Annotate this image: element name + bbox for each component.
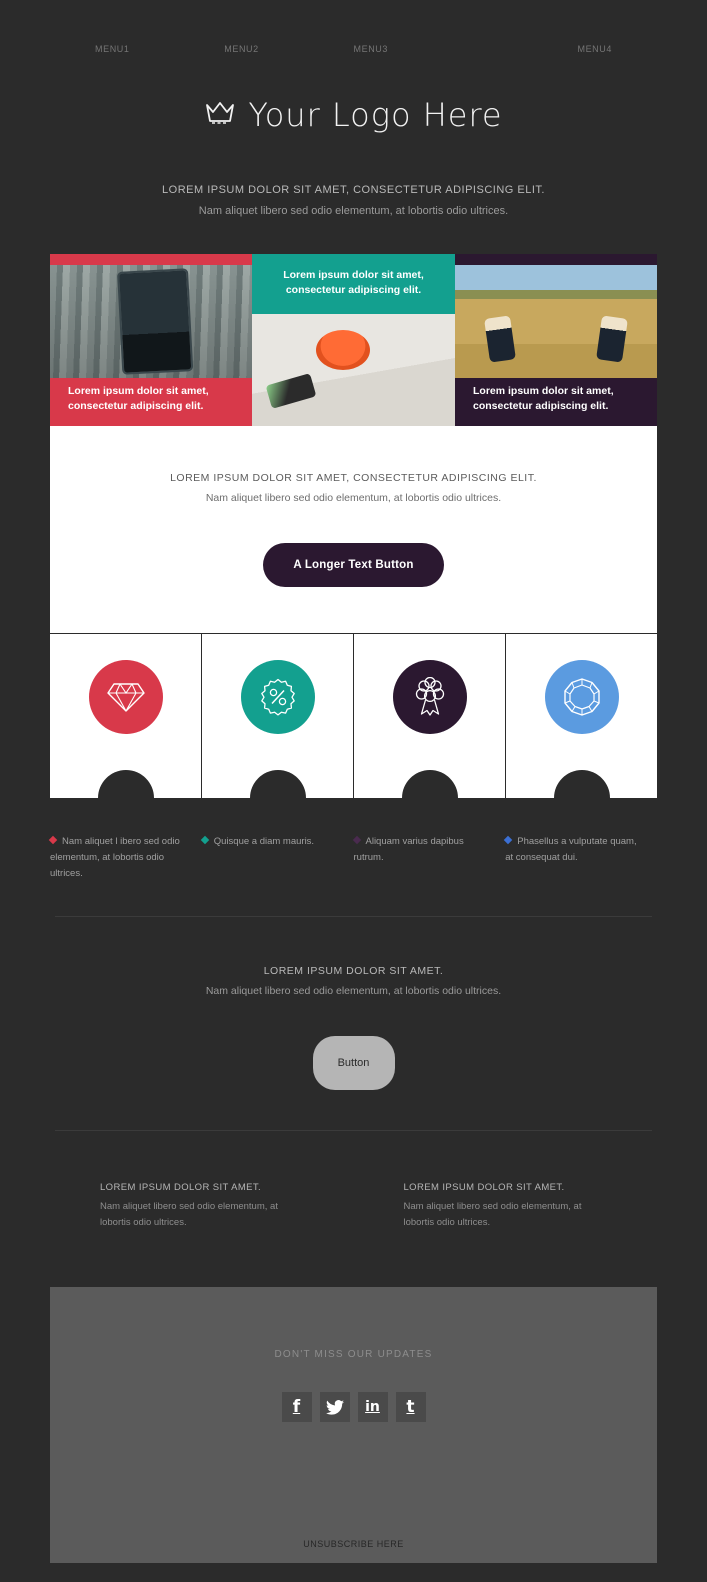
feature-panels: Lorem ipsum dolor sit amet, consectetur …	[50, 254, 657, 426]
hand-holding-phone-city-photo	[50, 265, 252, 378]
top-navigation: MENU1 MENU2 MENU3 MENU4	[0, 0, 707, 54]
bullet-text-4: Phasellus a vulputate quam, at consequat…	[505, 836, 637, 863]
percent-badge-icon-circle	[240, 660, 315, 734]
social-links: f in t	[50, 1392, 657, 1422]
bullet-list: Nam aliquet l ibero sed odio elementum, …	[48, 834, 657, 882]
intro-headline: LOREM IPSUM DOLOR SIT AMET, CONSECTETUR …	[162, 184, 545, 196]
linkedin-icon[interactable]: in	[357, 1392, 388, 1422]
bullet-item-3: Aliquam varius dapibus rutrum.	[352, 834, 506, 882]
feature-panel-3-caption: Lorem ipsum dolor sit amet, consectetur …	[473, 385, 614, 412]
coffee-cup-desk-photo	[252, 314, 455, 426]
feature-panel-1[interactable]: Lorem ipsum dolor sit amet, consectetur …	[50, 254, 252, 426]
bullet-item-1: Nam aliquet l ibero sed odio elementum, …	[48, 834, 202, 882]
text-column-2: LOREM IPSUM DOLOR SIT AMET. Nam aliquet …	[354, 1179, 658, 1231]
nav-item-menu4[interactable]: MENU4	[483, 44, 612, 54]
unsubscribe-link[interactable]: UNSUBSCRIBE HERE	[50, 1539, 657, 1549]
diamond-bullet-icon-3	[352, 836, 361, 845]
feature-icon-column-3[interactable]	[354, 634, 506, 798]
email-newsletter-page: MENU1 MENU2 MENU3 MENU4 Your Logo Here L…	[0, 0, 707, 1563]
text-column-1-body: Nam aliquet libero sed odio elementum, a…	[100, 1201, 278, 1228]
text-column-2-headline: LOREM IPSUM DOLOR SIT AMET.	[403, 1182, 565, 1193]
gem-icon	[563, 678, 600, 716]
crown-icon	[204, 100, 236, 131]
text-column-1: LOREM IPSUM DOLOR SIT AMET. Nam aliquet …	[50, 1179, 354, 1231]
white-block-subtext: Nam aliquet libero sed odio elementum, a…	[205, 492, 502, 504]
bullet-item-2: Quisque a diam mauris.	[200, 834, 354, 882]
twitter-icon[interactable]	[319, 1392, 350, 1422]
mid-section: LOREM IPSUM DOLOR SIT AMET. Nam aliquet …	[0, 917, 707, 1090]
main-card: Lorem ipsum dolor sit amet, consectetur …	[50, 254, 657, 798]
bullet-text-3: Aliquam varius dapibus rutrum.	[353, 836, 464, 863]
gem-icon-circle	[544, 660, 619, 734]
nav-item-menu3[interactable]: MENU3	[354, 44, 483, 54]
feature-icon-column-2[interactable]	[202, 634, 354, 798]
feature-icon-row	[50, 633, 657, 798]
feature-panel-3[interactable]: Lorem ipsum dolor sit amet, consectetur …	[455, 254, 657, 426]
mid-headline: LOREM IPSUM DOLOR SIT AMET.	[263, 965, 444, 977]
bullet-item-4: Phasellus a vulputate quam, at consequat…	[504, 834, 657, 882]
sneakers-in-field-photo	[455, 265, 657, 378]
facebook-icon[interactable]: f	[281, 1392, 312, 1422]
diamond-icon-circle	[88, 660, 163, 734]
footer: DON'T MISS OUR UPDATES f in t UNSUBSCRIB…	[50, 1287, 657, 1563]
diamond-bullet-icon-2	[200, 836, 209, 845]
white-content-block: LOREM IPSUM DOLOR SIT AMET, CONSECTETUR …	[50, 426, 657, 633]
intro-block: LOREM IPSUM DOLOR SIT AMET, CONSECTETUR …	[0, 182, 707, 220]
two-column-text: LOREM IPSUM DOLOR SIT AMET. Nam aliquet …	[50, 1131, 657, 1231]
feature-panel-1-caption: Lorem ipsum dolor sit amet, consectetur …	[68, 385, 209, 412]
diamond-icon	[106, 683, 145, 712]
award-ribbon-icon	[415, 677, 444, 716]
feature-panel-2-caption: Lorem ipsum dolor sit amet, consectetur …	[283, 269, 424, 296]
white-block-headline: LOREM IPSUM DOLOR SIT AMET, CONSECTETUR …	[170, 472, 537, 484]
logo-block: Your Logo Here	[0, 96, 707, 134]
column-nub-2	[249, 770, 306, 798]
column-nub-4	[553, 770, 610, 798]
text-column-2-body: Nam aliquet libero sed odio elementum, a…	[403, 1201, 582, 1228]
footer-title: DON'T MISS OUR UPDATES	[274, 1349, 433, 1360]
percent-badge-icon	[260, 678, 295, 716]
column-nub-1	[97, 770, 154, 798]
award-ribbon-icon-circle	[392, 660, 467, 734]
logo-text: Your Logo Here	[248, 96, 503, 134]
diamond-bullet-icon-4	[504, 836, 513, 845]
mid-subtext: Nam aliquet libero sed odio elementum, a…	[205, 985, 502, 997]
feature-panel-2[interactable]: Lorem ipsum dolor sit amet, consectetur …	[252, 254, 455, 426]
feature-icon-column-1[interactable]	[50, 634, 202, 798]
nav-item-menu1[interactable]: MENU1	[95, 44, 224, 54]
bullet-text-2: Quisque a diam mauris.	[213, 836, 315, 847]
bullet-text-1: Nam aliquet l ibero sed odio elementum, …	[50, 836, 180, 879]
intro-subtext: Nam aliquet libero sed odio elementum, a…	[198, 205, 509, 217]
cta-button[interactable]: A Longer Text Button	[263, 543, 444, 587]
secondary-button[interactable]: Button	[312, 1036, 395, 1090]
nav-item-menu2[interactable]: MENU2	[224, 44, 353, 54]
diamond-bullet-icon-1	[48, 836, 58, 845]
feature-icon-column-4[interactable]	[506, 634, 657, 798]
column-nub-3	[401, 770, 458, 798]
tumblr-icon[interactable]: t	[395, 1392, 426, 1422]
text-column-1-headline: LOREM IPSUM DOLOR SIT AMET.	[100, 1182, 262, 1193]
